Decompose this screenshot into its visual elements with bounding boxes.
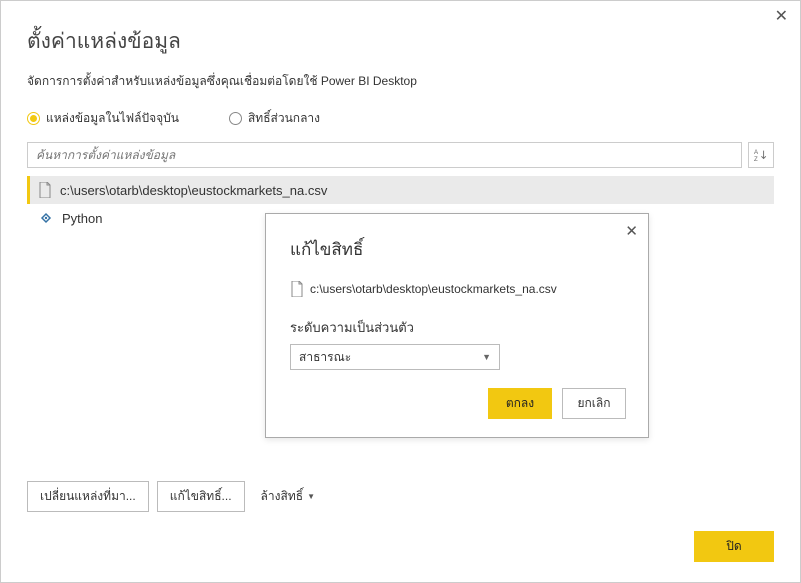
svg-text:Z: Z (754, 156, 758, 162)
close-icon[interactable]: ✕ (775, 9, 788, 25)
bottom-button-row: เปลี่ยนแหล่งที่มา... แก้ไขสิทธิ์... ล้าง… (27, 481, 323, 512)
list-item-label: c:\users\otarb\desktop\eustockmarkets_na… (60, 183, 327, 198)
privacy-level-value: สาธารณะ (299, 348, 351, 367)
close-button[interactable]: ปิด (694, 531, 774, 562)
file-icon (38, 182, 52, 198)
search-input[interactable] (27, 142, 742, 168)
list-item-label: Python (62, 211, 102, 226)
inner-path-text: c:\users\otarb\desktop\eustockmarkets_na… (310, 282, 557, 296)
radio-icon (229, 112, 242, 125)
radio-global-permissions[interactable]: สิทธิ์ส่วนกลาง (229, 109, 320, 128)
ok-button[interactable]: ตกลง (488, 388, 552, 419)
dialog-subtitle: จัดการการตั้งค่าสำหรับแหล่งข้อมูลซึ่งคุณ… (27, 72, 774, 91)
scope-radio-group: แหล่งข้อมูลในไฟล์ปัจจุบัน สิทธิ์ส่วนกลาง (27, 109, 774, 128)
edit-permissions-button[interactable]: แก้ไขสิทธิ์... (157, 481, 245, 512)
python-icon (38, 210, 54, 226)
close-icon[interactable]: ✕ (625, 222, 638, 240)
edit-permissions-dialog: ✕ แก้ไขสิทธิ์ c:\users\otarb\desktop\eus… (265, 213, 649, 438)
cancel-button[interactable]: ยกเลิก (562, 388, 626, 419)
privacy-level-select[interactable]: สาธารณะ ▼ (290, 344, 500, 370)
search-row: A Z (27, 142, 774, 168)
inner-button-row: ตกลง ยกเลิก (488, 388, 626, 419)
data-source-settings-dialog: ✕ ตั้งค่าแหล่งข้อมูล จัดการการตั้งค่าสำห… (0, 0, 801, 583)
svg-text:A: A (754, 149, 759, 156)
radio-label: แหล่งข้อมูลในไฟล์ปัจจุบัน (46, 109, 179, 128)
file-icon (290, 281, 304, 297)
inner-dialog-title: แก้ไขสิทธิ์ (290, 236, 624, 263)
chevron-down-icon: ▼ (482, 352, 491, 362)
dialog-title: ตั้งค่าแหล่งข้อมูล (27, 25, 774, 58)
radio-current-file[interactable]: แหล่งข้อมูลในไฟล์ปัจจุบัน (27, 109, 179, 128)
chevron-down-icon: ▼ (307, 492, 315, 501)
clear-permissions-label: ล้างสิทธิ์ (261, 487, 304, 506)
list-item[interactable]: c:\users\otarb\desktop\eustockmarkets_na… (27, 176, 774, 204)
inner-path-row: c:\users\otarb\desktop\eustockmarkets_na… (290, 281, 624, 297)
clear-permissions-button[interactable]: ล้างสิทธิ์ ▼ (253, 482, 323, 511)
radio-icon (27, 112, 40, 125)
sort-az-icon: A Z (754, 148, 768, 162)
sort-button[interactable]: A Z (748, 142, 774, 168)
radio-label: สิทธิ์ส่วนกลาง (248, 109, 320, 128)
change-source-button[interactable]: เปลี่ยนแหล่งที่มา... (27, 481, 149, 512)
privacy-level-label: ระดับความเป็นส่วนตัว (290, 317, 624, 338)
